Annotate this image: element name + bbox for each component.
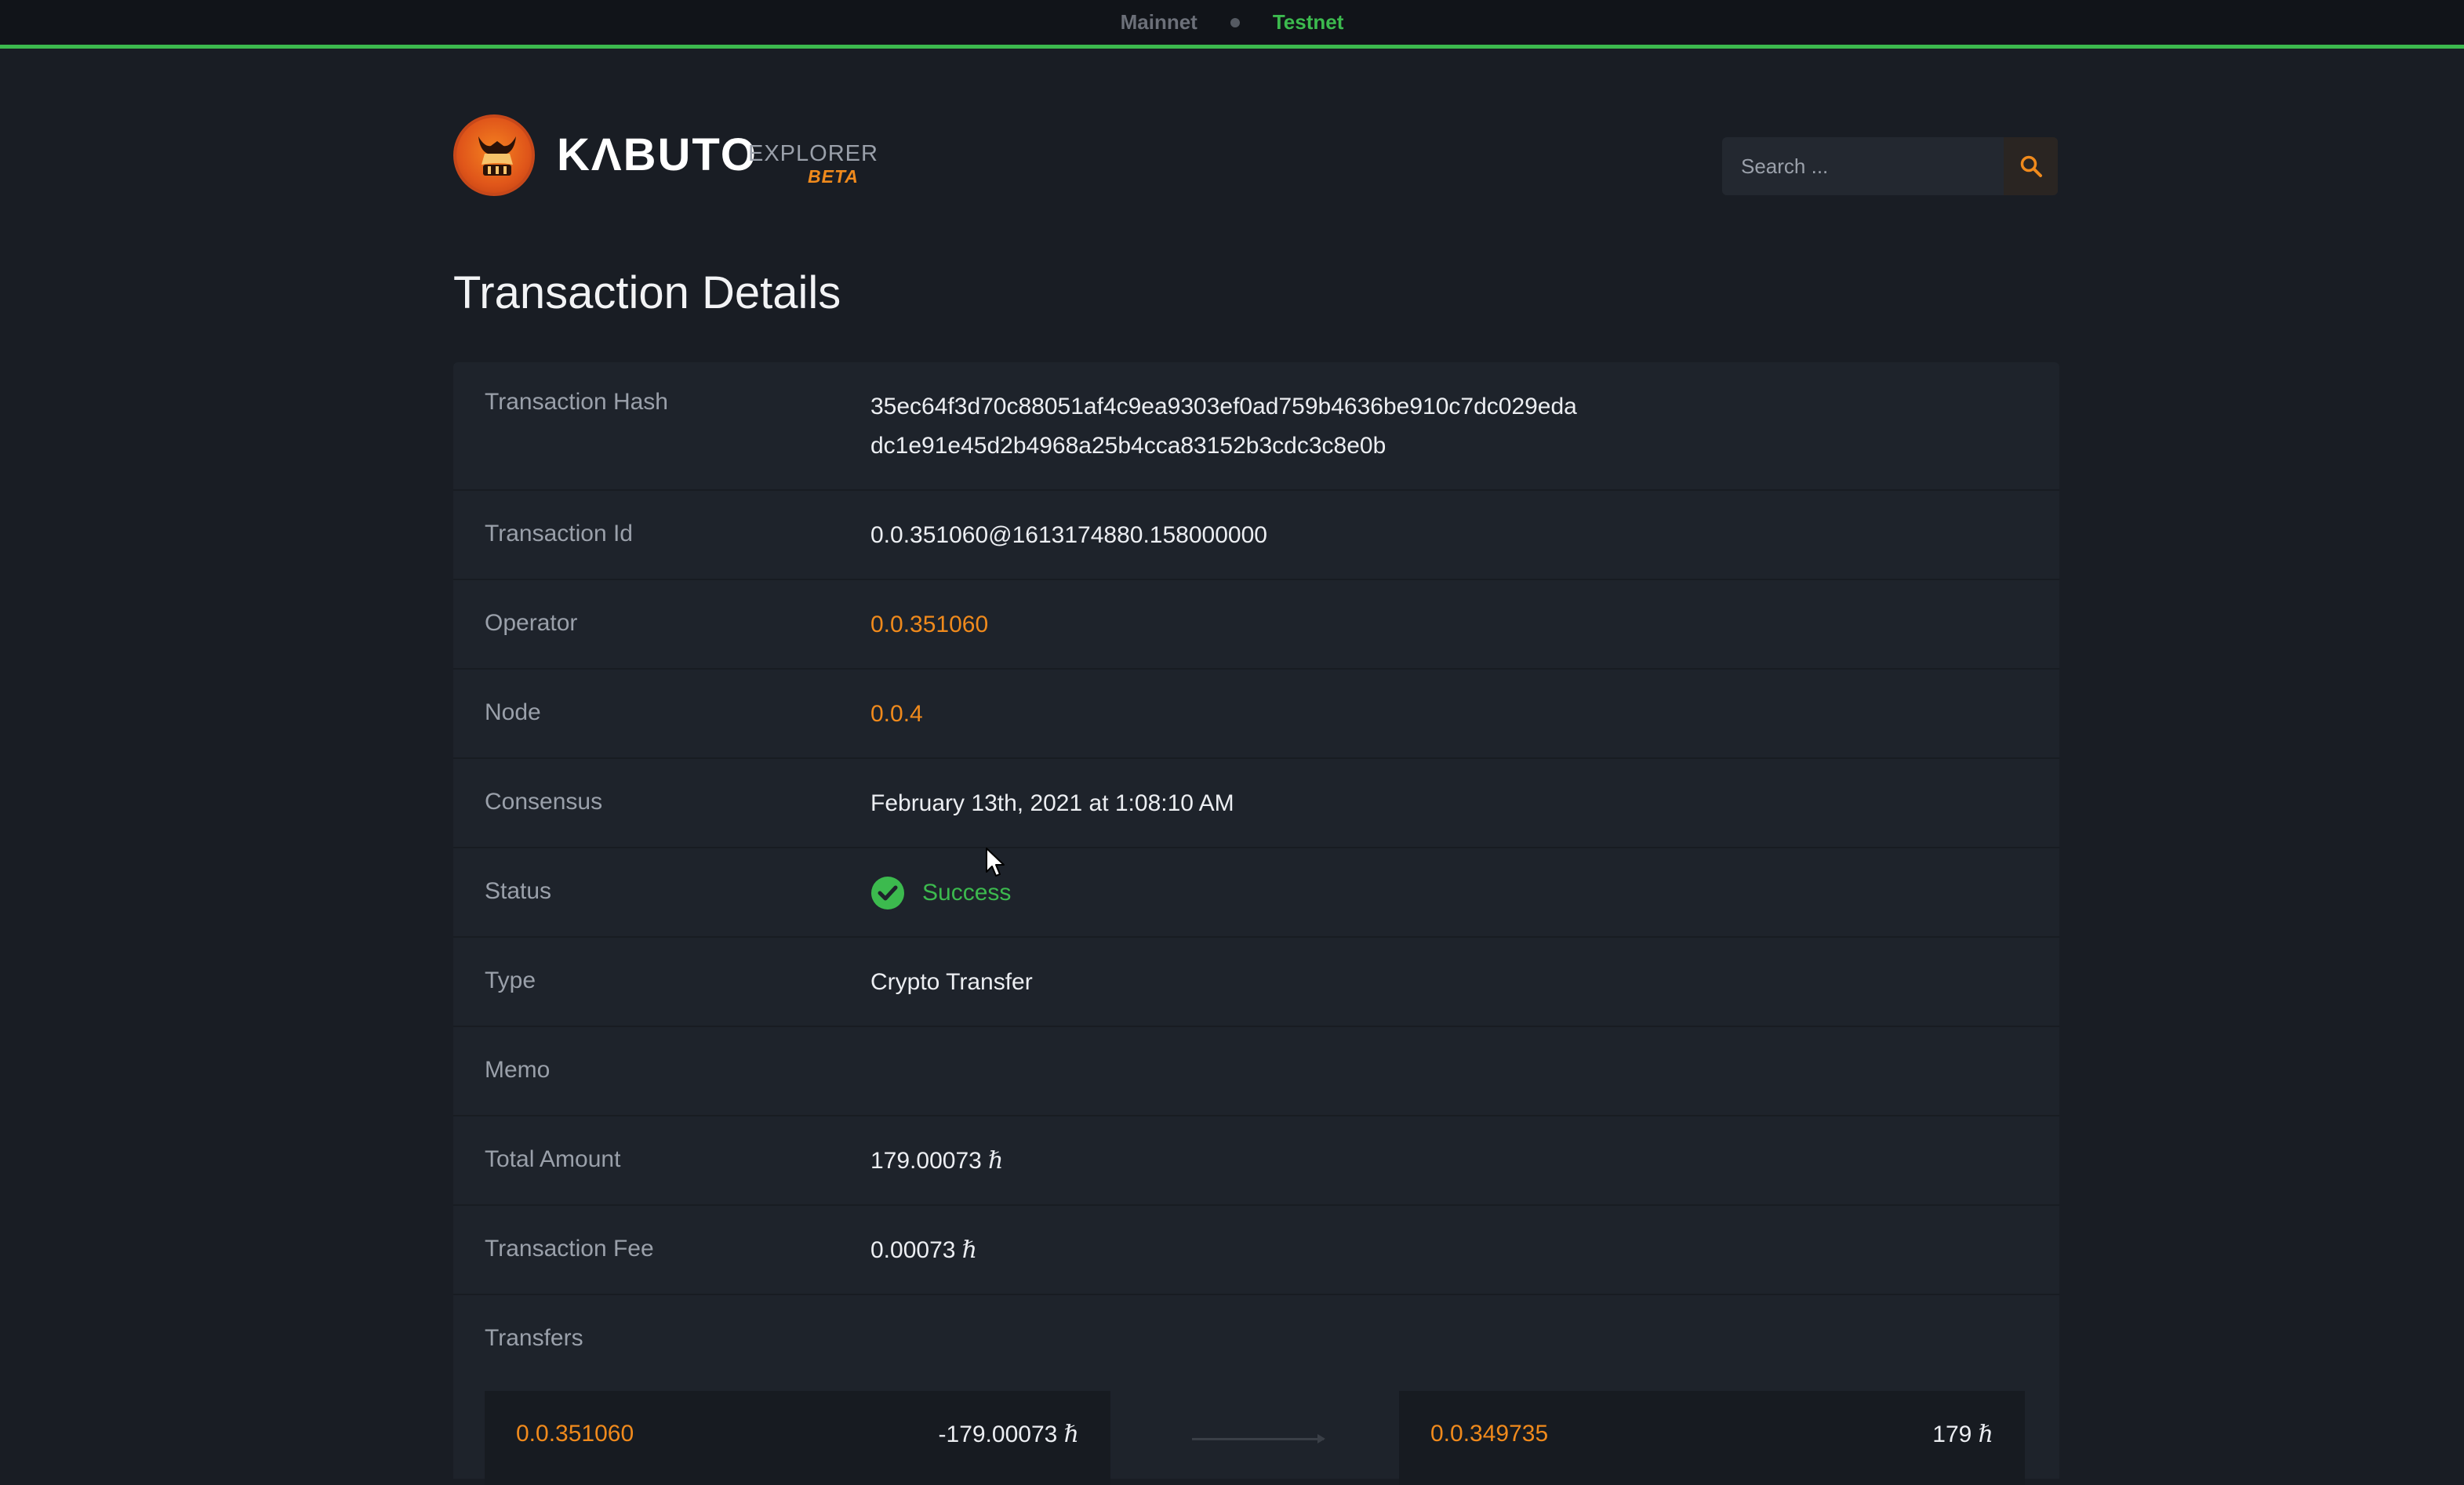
transaction-fee-label: Transaction Fee [485, 1236, 654, 1262]
transfer-arrow-icon [1192, 1434, 1325, 1443]
hbar-icon: ℏ [1978, 1421, 1993, 1448]
operator-label: Operator [485, 610, 578, 636]
brand-name[interactable]: KΛBUTO [557, 129, 758, 181]
row-memo: Memo [453, 1027, 2059, 1116]
memo-label: Memo [485, 1057, 551, 1083]
type-label: Type [485, 968, 536, 993]
mouse-cursor-icon [986, 848, 1005, 877]
row-transaction-hash: Transaction Hash 35ec64f3d70c88051af4c9e… [453, 362, 2059, 491]
network-separator-dot [1230, 17, 1240, 27]
total-amount-value: 179.00073 ℏ [870, 1142, 1003, 1181]
transfer-from: 0.0.351060 -179.00073 ℏ [485, 1391, 1110, 1485]
row-consensus: Consensus February 13th, 2021 at 1:08:10… [453, 759, 2059, 848]
row-status: Status Success [453, 848, 2059, 938]
transfer-from-amount: -179.00073 ℏ [939, 1421, 1079, 1448]
network-switcher: Mainnet Testnet [0, 0, 2464, 49]
testnet-link[interactable]: Testnet [1273, 10, 1344, 34]
status-label: Status [485, 878, 552, 904]
node-link[interactable]: 0.0.4 [870, 695, 923, 734]
search-box [1722, 137, 2058, 195]
transfers-label: Transfers [485, 1325, 583, 1351]
transaction-hash-value: 35ec64f3d70c88051af4c9ea9303ef0ad759b463… [870, 387, 1577, 466]
row-transaction-fee: Transaction Fee 0.00073 ℏ [453, 1206, 2059, 1295]
row-type: Type Crypto Transfer [453, 938, 2059, 1027]
transaction-fee-value: 0.00073 ℏ [870, 1231, 977, 1270]
row-node: Node 0.0.4 [453, 670, 2059, 759]
transfer-to-amount: 179 ℏ [1932, 1421, 1993, 1448]
transfer-to-amount-number: 179 [1932, 1421, 1972, 1447]
transaction-details-card: Transaction Hash 35ec64f3d70c88051af4c9e… [453, 362, 2059, 1485]
transaction-hash-line-1: 35ec64f3d70c88051af4c9ea9303ef0ad759b463… [870, 394, 1577, 419]
row-transaction-id: Transaction Id 0.0.351060@1613174880.158… [453, 491, 2059, 580]
search-input[interactable] [1722, 137, 2004, 195]
transaction-hash-label: Transaction Hash [485, 389, 668, 415]
brand-explorer-label: EXPLORER [748, 141, 878, 166]
transfer-from-account-link[interactable]: 0.0.351060 [516, 1421, 634, 1447]
consensus-value: February 13th, 2021 at 1:08:10 AM [870, 790, 1234, 816]
total-amount-number: 179.00073 [870, 1148, 982, 1174]
transaction-id-label: Transaction Id [485, 521, 633, 546]
hbar-icon: ℏ [1063, 1421, 1079, 1448]
transfer-from-amount-number: -179.00073 [938, 1421, 1058, 1447]
node-label: Node [485, 699, 541, 725]
hbar-icon: ℏ [988, 1147, 1004, 1175]
transfer-to: 0.0.349735 179 ℏ [1399, 1391, 2025, 1485]
check-circle-icon [871, 877, 904, 910]
transaction-id-value: 0.0.351060@1613174880.158000000 [870, 522, 1267, 548]
search-button[interactable] [2004, 137, 2058, 195]
hbar-icon: ℏ [961, 1236, 978, 1264]
kabuto-logo-icon[interactable] [453, 114, 535, 196]
page-title: Transaction Details [453, 267, 841, 318]
consensus-label: Consensus [485, 789, 603, 815]
mainnet-link[interactable]: Mainnet [1121, 10, 1197, 34]
status-value: Success [870, 873, 1011, 913]
transaction-hash-line-2: dc1e91e45d2b4968a25b4cca83152b3cdc3c8e0b [870, 433, 1386, 459]
status-text: Success [922, 880, 1012, 906]
row-total-amount: Total Amount 179.00073 ℏ [453, 1116, 2059, 1206]
transaction-fee-number: 0.00073 [870, 1237, 956, 1263]
brand-beta-label: BETA [808, 166, 859, 187]
row-operator: Operator 0.0.351060 [453, 580, 2059, 670]
type-value: Crypto Transfer [870, 969, 1033, 995]
operator-link[interactable]: 0.0.351060 [870, 605, 988, 644]
search-icon [2020, 155, 2042, 177]
transfer-to-account-link[interactable]: 0.0.349735 [1430, 1421, 1548, 1447]
total-amount-label: Total Amount [485, 1146, 621, 1172]
